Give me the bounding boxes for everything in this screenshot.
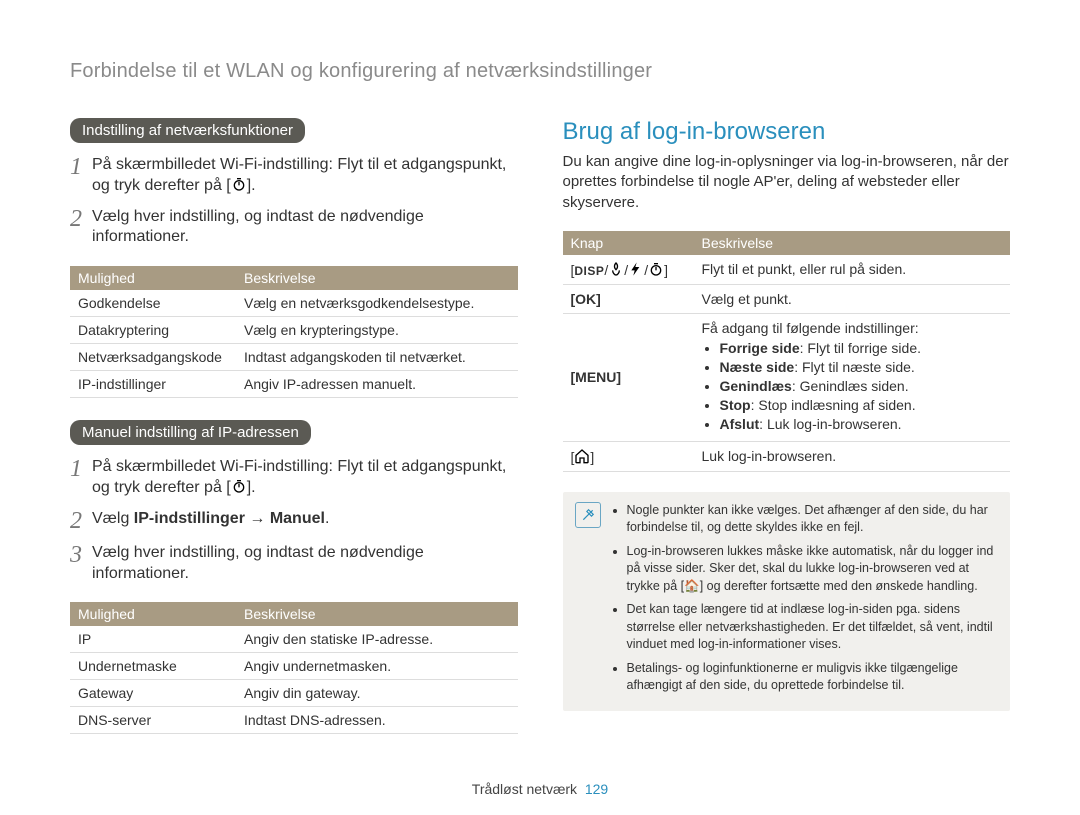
note-item: Det kan tage længere tid at indlæse log-… <box>627 601 999 654</box>
table-cell: DNS-server <box>70 707 236 734</box>
step-text: På skærmbilledet Wi-Fi-indstilling: Flyt… <box>92 155 518 197</box>
table-cell: Godkendelse <box>70 290 236 317</box>
pill-network-options: Indstilling af netværksfunktioner <box>70 118 305 143</box>
table-manual-ip: Mulighed Beskrivelse IPAngiv den statisk… <box>70 602 518 734</box>
table-cell: Netværksadgangskode <box>70 344 236 371</box>
step-number: 1 <box>70 155 92 179</box>
table-header: Mulighed <box>70 266 236 290</box>
table-cell: Vælg en netværksgodkendelsestype. <box>236 290 518 317</box>
table-header: Beskrivelse <box>236 602 518 626</box>
step-text: På skærmbilledet Wi-Fi-indstilling: Flyt… <box>92 457 518 499</box>
table-knap: Knap Beskrivelse [DISP///] Flyt til et p… <box>563 231 1011 472</box>
table-header: Beskrivelse <box>236 266 518 290</box>
table-cell: Angiv undernetmasken. <box>236 653 518 680</box>
steps-manual-ip: 1 På skærmbilledet Wi-Fi-indstilling: Fl… <box>70 457 518 584</box>
table-cell: Angiv den statiske IP-adresse. <box>236 626 518 653</box>
table-cell: Flyt til et punkt, eller rul på siden. <box>694 255 1011 285</box>
flash-icon <box>628 261 644 277</box>
page-footer: Trådløst netværk 129 <box>0 781 1080 797</box>
section-intro: Du kan angive dine log-in-oplysninger vi… <box>563 152 1011 213</box>
table-header: Beskrivelse <box>694 231 1011 255</box>
table-cell: Indtast DNS-adressen. <box>236 707 518 734</box>
step-number: 2 <box>70 509 92 533</box>
note-box: Nogle punkter kan ikke vælges. Det afhæn… <box>563 492 1011 711</box>
disp-label: DISP <box>574 264 604 278</box>
table-cell: Angiv din gateway. <box>236 680 518 707</box>
knap-disp-cell: [DISP///] <box>563 255 694 285</box>
steps-network-options: 1 På skærmbilledet Wi-Fi-indstilling: Fl… <box>70 155 518 248</box>
knap-menu-cell: [MENU] <box>563 313 694 441</box>
note-icon <box>575 502 601 528</box>
menu-sublist: Forrige side: Flyt til forrige side. Næs… <box>702 340 1003 432</box>
step-text: Vælg hver indstilling, og indtast de nød… <box>92 543 518 585</box>
table-cell: Luk log-in-browseren. <box>694 441 1011 471</box>
step-text: Vælg IP-indstillinger → Manuel. <box>92 509 329 530</box>
timer-icon <box>648 261 664 277</box>
step-text: Vælg hver indstilling, og indtast de nød… <box>92 207 518 249</box>
left-column: Indstilling af netværksfunktioner 1 På s… <box>70 118 518 756</box>
table-cell: Datakryptering <box>70 317 236 344</box>
table-network-options: Mulighed Beskrivelse GodkendelseVælg en … <box>70 266 518 398</box>
note-item: Log-in-browseren lukkes måske ikke autom… <box>627 543 999 596</box>
knap-ok-cell: [OK] <box>563 284 694 313</box>
step-number: 1 <box>70 457 92 481</box>
right-column: Brug af log-in-browseren Du kan angive d… <box>563 118 1011 756</box>
table-cell: Få adgang til følgende indstillinger: Fo… <box>694 313 1011 441</box>
timer-icon <box>231 176 247 192</box>
table-cell: Indtast adgangskoden til netværket. <box>236 344 518 371</box>
table-cell: Vælg en krypteringstype. <box>236 317 518 344</box>
timer-icon <box>231 478 247 494</box>
table-cell: Angiv IP-adressen manuelt. <box>236 371 518 398</box>
macro-icon <box>608 261 624 277</box>
table-cell: Undernetmaske <box>70 653 236 680</box>
table-cell: Gateway <box>70 680 236 707</box>
pill-manual-ip: Manuel indstilling af IP-adressen <box>70 420 311 445</box>
note-item: Nogle punkter kan ikke vælges. Det afhæn… <box>627 502 999 537</box>
step-number: 2 <box>70 207 92 231</box>
home-icon <box>574 448 590 464</box>
table-cell: Vælg et punkt. <box>694 284 1011 313</box>
note-item: Betalings- og loginfunktionerne er mulig… <box>627 660 999 695</box>
section-title: Brug af log-in-browseren <box>563 118 1011 146</box>
table-header: Mulighed <box>70 602 236 626</box>
table-cell: IP-indstillinger <box>70 371 236 398</box>
breadcrumb: Forbindelse til et WLAN og konfigurering… <box>70 60 1010 83</box>
knap-home-cell: [] <box>563 441 694 471</box>
table-header: Knap <box>563 231 694 255</box>
step-number: 3 <box>70 543 92 567</box>
table-cell: IP <box>70 626 236 653</box>
